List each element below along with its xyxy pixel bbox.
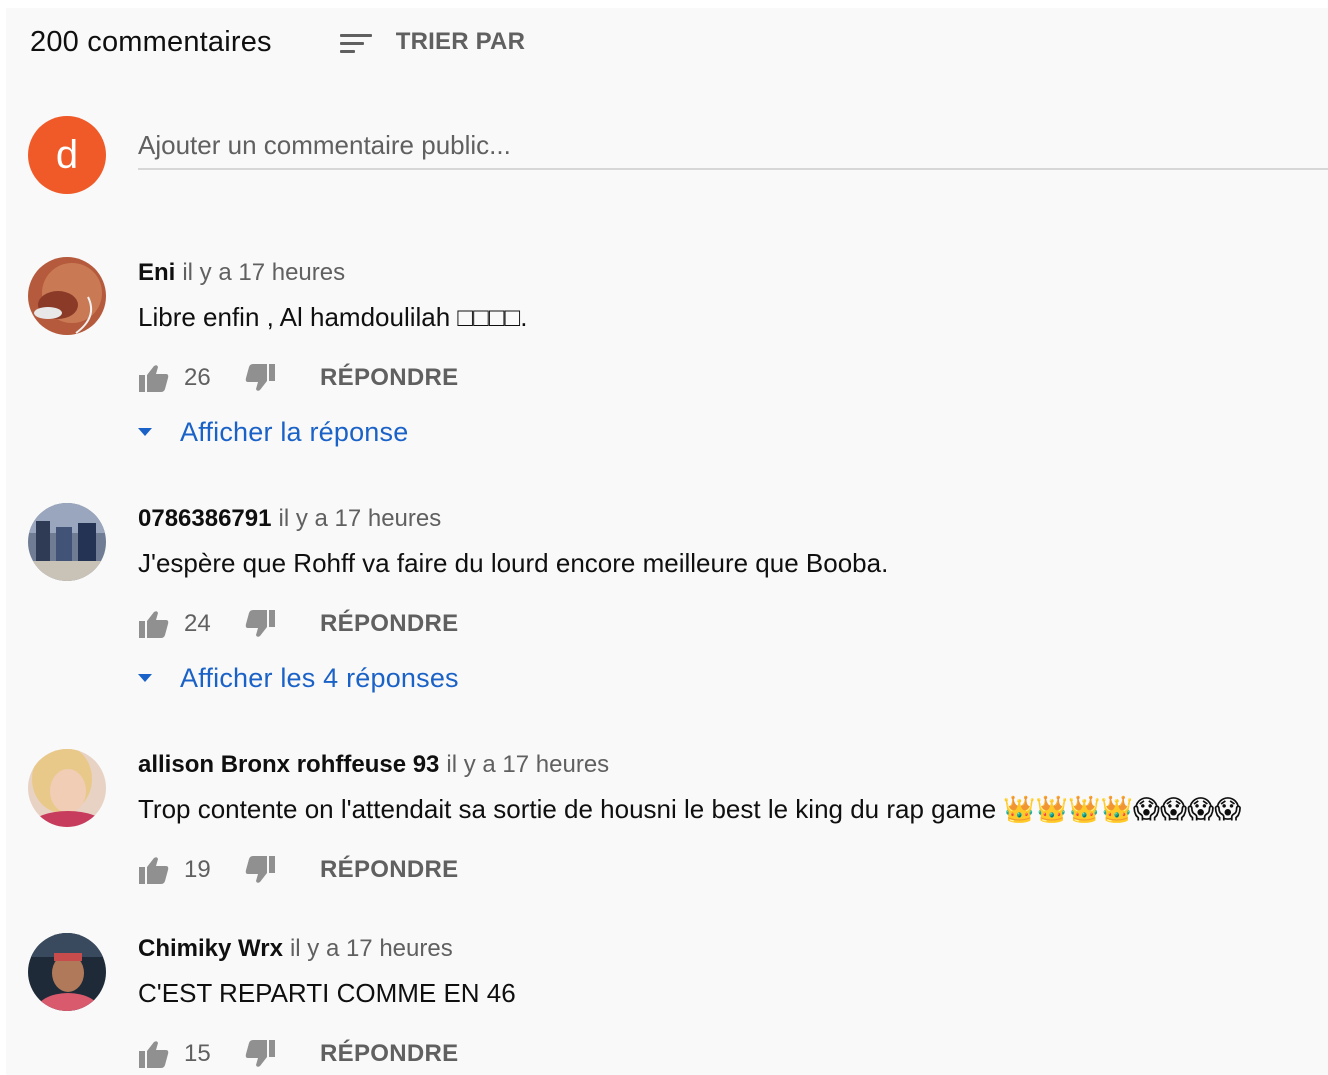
- like-count: 19: [184, 856, 211, 883]
- sort-button[interactable]: TRIER PAR: [338, 27, 525, 57]
- thumbs-up-icon: [139, 1041, 169, 1068]
- caret-down-icon: [138, 674, 152, 682]
- show-replies-button[interactable]: Afficher la réponse: [138, 415, 408, 449]
- dislike-button[interactable]: [244, 608, 276, 640]
- thumbs-down-icon: [245, 1040, 275, 1067]
- comment-text: Trop contente on l'attendait sa sortie d…: [138, 794, 1242, 824]
- thumbs-down-icon: [245, 364, 275, 391]
- comment-actions: 26 RÉPONDRE: [138, 361, 458, 395]
- thumbs-up-icon: [139, 365, 169, 392]
- caret-down-icon: [138, 428, 152, 436]
- reply-button[interactable]: RÉPONDRE: [320, 1040, 458, 1068]
- comment-author[interactable]: Eni: [138, 259, 175, 286]
- show-replies-label: Afficher la réponse: [180, 416, 409, 447]
- like-button[interactable]: [138, 608, 170, 640]
- show-replies-label: Afficher les 4 réponses: [180, 662, 459, 693]
- avatar[interactable]: [28, 933, 106, 1011]
- reply-button[interactable]: RÉPONDRE: [320, 364, 458, 392]
- dislike-button[interactable]: [244, 362, 276, 394]
- sort-label: TRIER PAR: [395, 28, 526, 55]
- show-replies-button[interactable]: Afficher les 4 réponses: [138, 661, 459, 695]
- thumbs-down-icon: [245, 610, 275, 637]
- comment-author[interactable]: Chimiky Wrx: [138, 935, 283, 962]
- comment-actions: 19 RÉPONDRE: [138, 853, 458, 887]
- reply-button[interactable]: RÉPONDRE: [320, 856, 458, 884]
- comment-count: 200 commentaires: [30, 25, 272, 58]
- avatar[interactable]: [28, 503, 106, 581]
- thumbs-up-icon: [139, 611, 169, 638]
- like-count: 15: [184, 1040, 211, 1067]
- like-count: 24: [184, 610, 211, 637]
- comment-text: Libre enfin , Al hamdoulilah □□□□.: [138, 302, 528, 332]
- comments-header: 200 commentaires TRIER PAR: [30, 22, 525, 62]
- like-button[interactable]: [138, 1038, 170, 1070]
- avatar[interactable]: [28, 749, 106, 827]
- thumbs-up-icon: [139, 857, 169, 884]
- comment-time[interactable]: il y a 17 heures: [446, 751, 609, 778]
- comment-text: J'espère que Rohff va faire du lourd enc…: [138, 548, 889, 578]
- add-comment-input[interactable]: [138, 122, 1328, 170]
- like-count: 26: [184, 364, 211, 391]
- add-comment-row: d: [28, 116, 1328, 196]
- comment-time[interactable]: il y a 17 heures: [182, 259, 345, 286]
- comment-actions: 24 RÉPONDRE: [138, 607, 458, 641]
- current-user-avatar: d: [28, 116, 106, 194]
- comment-time[interactable]: il y a 17 heures: [278, 505, 441, 532]
- thumbs-down-icon: [245, 856, 275, 883]
- dislike-button[interactable]: [244, 1038, 276, 1070]
- avatar[interactable]: [28, 257, 106, 335]
- comment-author[interactable]: allison Bronx rohffeuse 93: [138, 751, 439, 778]
- reply-button[interactable]: RÉPONDRE: [320, 610, 458, 638]
- comment-text: C'EST REPARTI COMME EN 46: [138, 978, 516, 1008]
- comments-section: 200 commentaires TRIER PAR d Ajouter un …: [6, 8, 1328, 1075]
- comment-author[interactable]: 0786386791: [138, 505, 271, 532]
- comment-time[interactable]: il y a 17 heures: [290, 935, 453, 962]
- comment-actions: 15 RÉPONDRE: [138, 1037, 458, 1071]
- dislike-button[interactable]: [244, 854, 276, 886]
- like-button[interactable]: [138, 854, 170, 886]
- sort-icon: [338, 27, 378, 57]
- like-button[interactable]: [138, 362, 170, 394]
